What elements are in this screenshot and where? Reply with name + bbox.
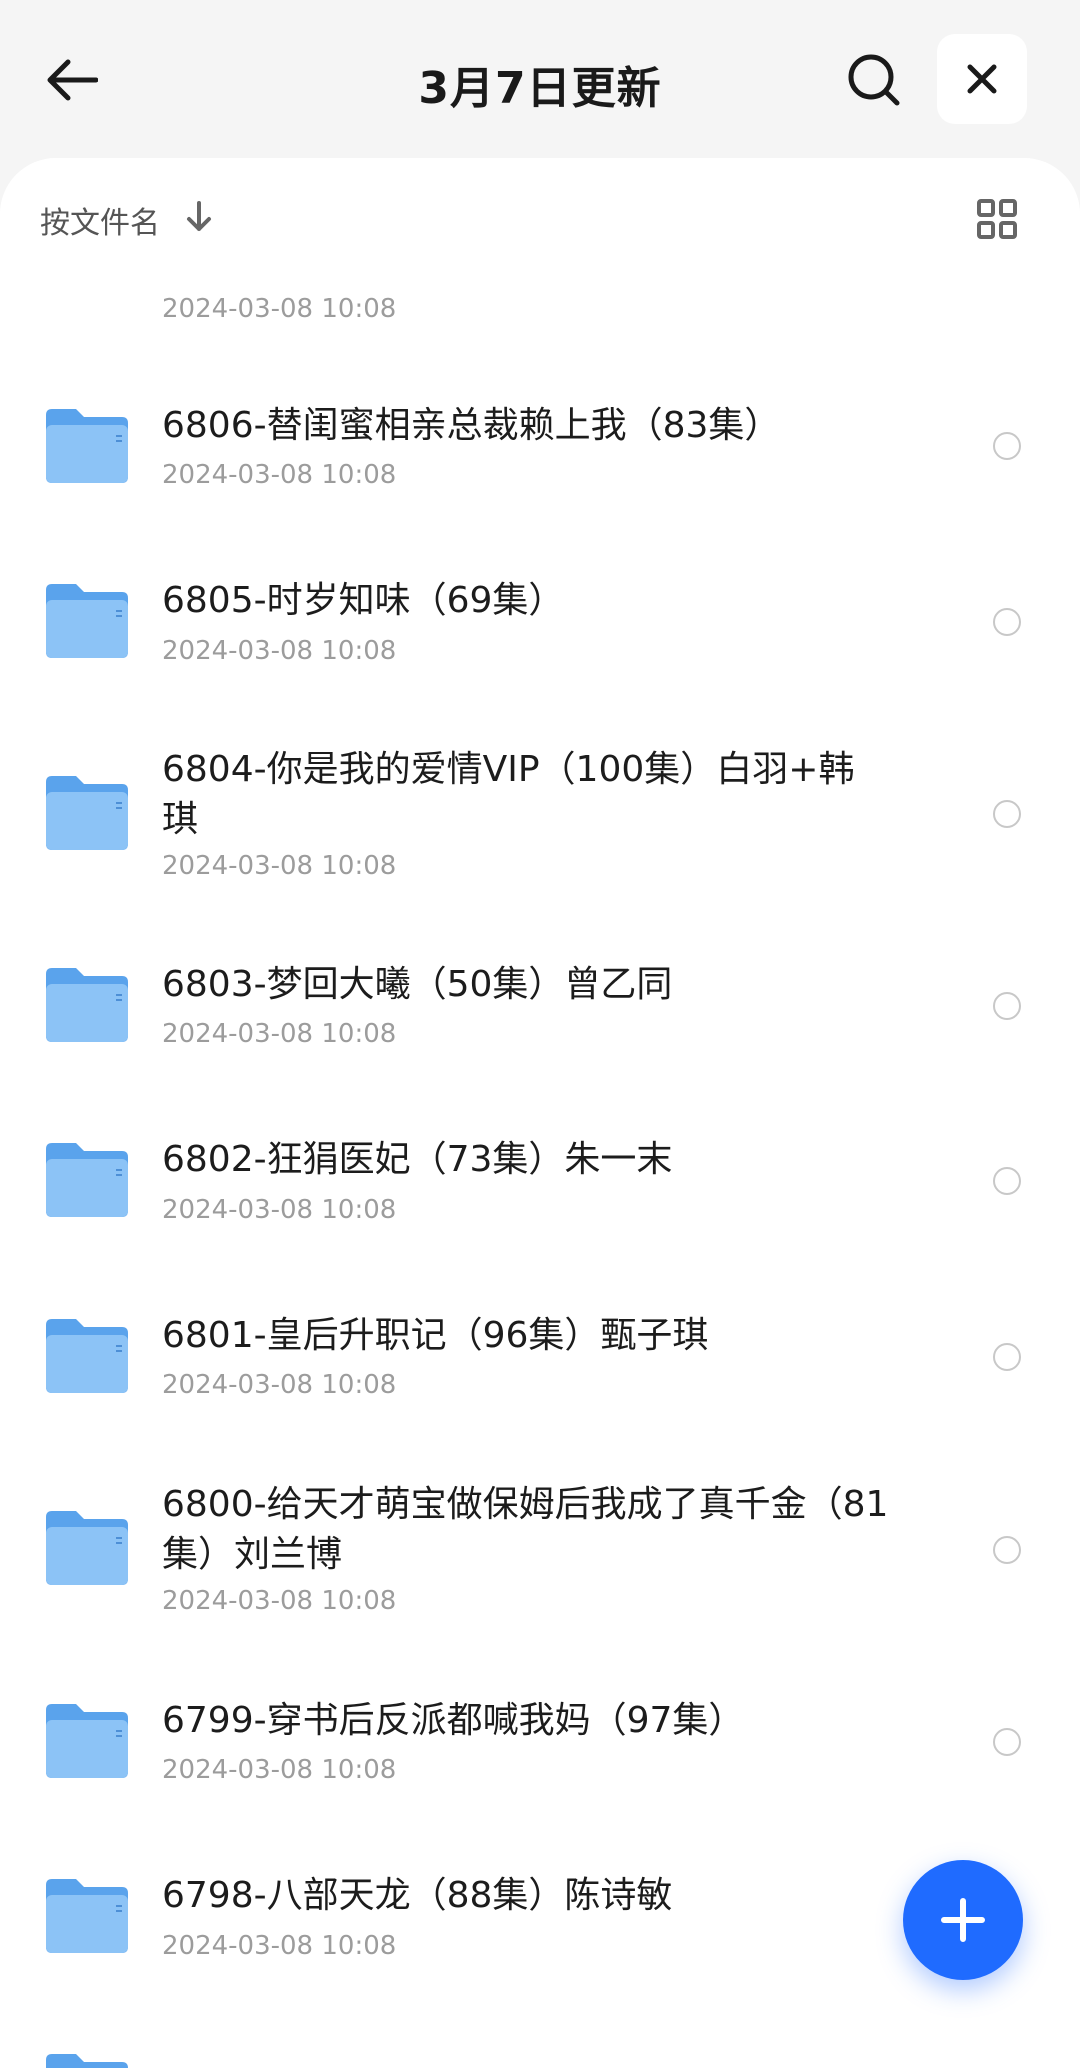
file-list-sheet: 按文件名 2024-03-08 10:08 6806-替闺蜜相亲总裁赖上我（83… xyxy=(0,158,1080,2068)
folder-icon xyxy=(46,409,128,483)
search-button[interactable] xyxy=(842,48,906,112)
file-date: 2024-03-08 10:08 xyxy=(162,1755,397,1785)
close-icon xyxy=(967,64,997,94)
folder-icon xyxy=(46,2054,128,2068)
select-radio[interactable] xyxy=(993,608,1021,636)
file-name: 6801-皇后升职记（96集）甄子琪 xyxy=(162,1315,709,1356)
page-title: 3月7日更新 xyxy=(418,63,662,114)
folder-icon xyxy=(46,1143,128,1217)
select-radio[interactable] xyxy=(993,800,1021,828)
select-radio[interactable] xyxy=(993,1728,1021,1756)
folder-icon xyxy=(46,1511,128,1585)
file-date: 2024-03-08 10:08 xyxy=(162,1195,397,1225)
file-date: 2024-03-08 10:08 xyxy=(162,1931,397,1961)
file-name: 6804-你是我的爱情VIP（100集）白羽+韩琪 xyxy=(162,749,855,840)
select-radio[interactable] xyxy=(993,992,1021,1020)
select-radio[interactable] xyxy=(993,1167,1021,1195)
file-date: 2024-03-08 10:08 xyxy=(162,1586,397,1616)
folder-icon xyxy=(46,776,128,850)
folder-icon xyxy=(46,1879,128,1953)
select-radio[interactable] xyxy=(993,1536,1021,1564)
file-name: 6799-穿书后反派都喊我妈（97集） xyxy=(162,1700,745,1741)
folder-icon xyxy=(46,1704,128,1778)
file-date: 2024-03-08 10:08 xyxy=(162,460,397,490)
file-name: 6806-替闺蜜相亲总裁赖上我（83集） xyxy=(162,405,781,446)
select-radio[interactable] xyxy=(993,432,1021,460)
sort-label[interactable]: 按文件名 xyxy=(40,198,160,242)
select-radio[interactable] xyxy=(993,1343,1021,1371)
file-name: 6803-梦回大曦（50集）曾乙同 xyxy=(162,964,673,1005)
file-date: 2024-03-08 10:08 xyxy=(162,636,397,666)
sort-down-arrow-icon[interactable] xyxy=(184,200,214,234)
file-name: 6800-给天才萌宝做保姆后我成了真千金（81集）刘兰博 xyxy=(162,1484,889,1575)
file-date: 2024-03-08 10:08 xyxy=(162,1370,397,1400)
sort-bar: 按文件名 xyxy=(0,158,1080,258)
add-button[interactable] xyxy=(903,1860,1023,1980)
file-date: 2024-03-08 10:08 xyxy=(162,1019,397,1049)
file-name: 6798-八部天龙（88集）陈诗敏 xyxy=(162,1875,673,1916)
file-list: 2024-03-08 10:08 6806-替闺蜜相亲总裁赖上我（83集） 20… xyxy=(0,158,1080,2068)
file-name: 6802-狂狷医妃（73集）朱一末 xyxy=(162,1139,673,1180)
folder-icon xyxy=(46,968,128,1042)
search-icon xyxy=(848,54,900,106)
close-button[interactable] xyxy=(937,34,1027,124)
grid-view-icon[interactable] xyxy=(976,198,1018,240)
plus-icon xyxy=(941,1898,985,1942)
top-bar: 3月7日更新 xyxy=(0,0,1080,160)
file-date: 2024-03-08 10:08 xyxy=(162,294,397,324)
folder-icon xyxy=(46,584,128,658)
file-date: 2024-03-08 10:08 xyxy=(162,851,397,881)
file-name: 6805-时岁知味（69集） xyxy=(162,580,565,621)
folder-icon xyxy=(46,1319,128,1393)
